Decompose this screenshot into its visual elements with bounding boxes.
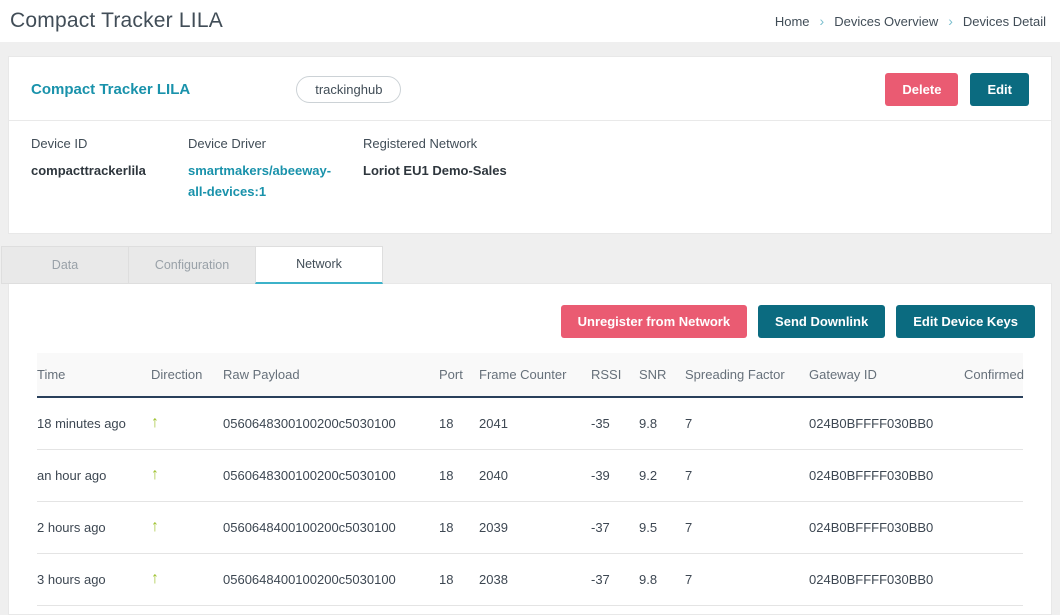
cell-frame-counter: 2041 bbox=[479, 416, 591, 431]
column-header-spreading-factor: Spreading Factor bbox=[685, 367, 809, 382]
delete-button[interactable]: Delete bbox=[885, 73, 958, 106]
cell-time: an hour ago bbox=[37, 468, 149, 483]
field-device-id: Device ID compacttrackerlila bbox=[31, 136, 188, 203]
tab-data[interactable]: Data bbox=[1, 246, 129, 284]
cell-port: 18 bbox=[439, 572, 479, 587]
cell-snr: 9.8 bbox=[639, 416, 685, 431]
column-header-frame-counter: Frame Counter bbox=[479, 367, 591, 382]
top-bar: Compact Tracker LILA Home › Devices Over… bbox=[0, 0, 1060, 42]
cell-port: 18 bbox=[439, 416, 479, 431]
device-tag-badge: trackinghub bbox=[296, 76, 401, 103]
device-name: Compact Tracker LILA bbox=[31, 81, 190, 98]
cell-rssi: -37 bbox=[591, 572, 639, 587]
table-row: 3 hours ago ↑ 0560648400100200c5030100 1… bbox=[37, 554, 1023, 606]
breadcrumb-item-devices-detail: Devices Detail bbox=[963, 14, 1046, 29]
field-label: Device ID bbox=[31, 136, 188, 151]
cell-gateway-id: 024B0BFFFF030BB0 bbox=[809, 416, 964, 431]
network-panel: Unregister from Network Send Downlink Ed… bbox=[8, 283, 1052, 615]
uplink-arrow-icon: ↑ bbox=[151, 570, 159, 587]
cell-spreading-factor: 7 bbox=[685, 416, 809, 431]
column-header-gateway-id: Gateway ID bbox=[809, 367, 964, 382]
column-header-rssi: RSSI bbox=[591, 367, 639, 382]
device-driver-link[interactable]: smartmakers/abeeway-all-devices:1 bbox=[188, 160, 340, 203]
cell-rssi: -39 bbox=[591, 468, 639, 483]
column-header-time: Time bbox=[37, 367, 149, 382]
uplink-arrow-icon: ↑ bbox=[151, 518, 159, 535]
uplink-arrow-icon: ↑ bbox=[151, 414, 159, 431]
tab-configuration[interactable]: Configuration bbox=[128, 246, 256, 284]
device-fields: Device ID compacttrackerlila Device Driv… bbox=[9, 121, 1051, 233]
device-summary-card: Compact Tracker LILA trackinghub Delete … bbox=[8, 56, 1052, 234]
cell-raw-payload: 0560648300100200c5030100 bbox=[223, 468, 439, 483]
cell-frame-counter: 2039 bbox=[479, 520, 591, 535]
cell-spreading-factor: 7 bbox=[685, 468, 809, 483]
cell-raw-payload: 0560648300100200c5030100 bbox=[223, 416, 439, 431]
field-label: Registered Network bbox=[363, 136, 507, 151]
send-downlink-button[interactable]: Send Downlink bbox=[758, 305, 885, 338]
table-header-row: Time Direction Raw Payload Port Frame Co… bbox=[37, 353, 1023, 398]
column-header-snr: SNR bbox=[639, 367, 685, 382]
cell-snr: 9.5 bbox=[639, 520, 685, 535]
column-header-raw-payload: Raw Payload bbox=[223, 367, 439, 382]
cell-time: 3 hours ago bbox=[37, 572, 149, 587]
field-registered-network: Registered Network Loriot EU1 Demo-Sales bbox=[363, 136, 507, 203]
table-row: an hour ago ↑ 0560648300100200c5030100 1… bbox=[37, 450, 1023, 502]
device-id-value: compacttrackerlila bbox=[31, 160, 188, 181]
edit-button[interactable]: Edit bbox=[970, 73, 1029, 106]
cell-frame-counter: 2038 bbox=[479, 572, 591, 587]
breadcrumb-item-devices-overview[interactable]: Devices Overview bbox=[834, 14, 938, 29]
cell-rssi: -37 bbox=[591, 520, 639, 535]
edit-device-keys-button[interactable]: Edit Device Keys bbox=[896, 305, 1035, 338]
table-row: 2 hours ago ↑ 0560648400100200c5030100 1… bbox=[37, 502, 1023, 554]
device-card-actions: Delete Edit bbox=[885, 73, 1029, 106]
column-header-confirmed: Confirmed bbox=[964, 367, 1024, 382]
tab-network[interactable]: Network bbox=[255, 246, 383, 284]
field-label: Device Driver bbox=[188, 136, 363, 151]
field-device-driver: Device Driver smartmakers/abeeway-all-de… bbox=[188, 136, 363, 203]
column-header-direction: Direction bbox=[149, 367, 223, 382]
cell-direction: ↑ bbox=[149, 518, 223, 536]
cell-direction: ↑ bbox=[149, 570, 223, 588]
cell-port: 18 bbox=[439, 520, 479, 535]
breadcrumb: Home › Devices Overview › Devices Detail bbox=[775, 13, 1046, 29]
unregister-from-network-button[interactable]: Unregister from Network bbox=[561, 305, 747, 338]
cell-snr: 9.8 bbox=[639, 572, 685, 587]
column-header-port: Port bbox=[439, 367, 479, 382]
cell-time: 18 minutes ago bbox=[37, 416, 149, 431]
uplink-messages-table: Time Direction Raw Payload Port Frame Co… bbox=[37, 353, 1023, 606]
cell-raw-payload: 0560648400100200c5030100 bbox=[223, 572, 439, 587]
cell-time: 2 hours ago bbox=[37, 520, 149, 535]
cell-rssi: -35 bbox=[591, 416, 639, 431]
cell-spreading-factor: 7 bbox=[685, 520, 809, 535]
cell-port: 18 bbox=[439, 468, 479, 483]
cell-frame-counter: 2040 bbox=[479, 468, 591, 483]
tab-bar: Data Configuration Network bbox=[0, 246, 1060, 284]
chevron-right-icon: › bbox=[820, 13, 825, 29]
table-row: 18 minutes ago ↑ 0560648300100200c503010… bbox=[37, 398, 1023, 450]
cell-raw-payload: 0560648400100200c5030100 bbox=[223, 520, 439, 535]
cell-direction: ↑ bbox=[149, 466, 223, 484]
cell-snr: 9.2 bbox=[639, 468, 685, 483]
registered-network-value: Loriot EU1 Demo-Sales bbox=[363, 160, 507, 181]
page-title: Compact Tracker LILA bbox=[10, 9, 223, 33]
uplink-arrow-icon: ↑ bbox=[151, 466, 159, 483]
breadcrumb-item-home[interactable]: Home bbox=[775, 14, 810, 29]
cell-gateway-id: 024B0BFFFF030BB0 bbox=[809, 572, 964, 587]
device-card-header: Compact Tracker LILA trackinghub Delete … bbox=[9, 57, 1051, 120]
cell-direction: ↑ bbox=[149, 414, 223, 432]
chevron-right-icon: › bbox=[948, 13, 953, 29]
cell-gateway-id: 024B0BFFFF030BB0 bbox=[809, 468, 964, 483]
cell-gateway-id: 024B0BFFFF030BB0 bbox=[809, 520, 964, 535]
network-panel-actions: Unregister from Network Send Downlink Ed… bbox=[9, 284, 1051, 353]
cell-spreading-factor: 7 bbox=[685, 572, 809, 587]
